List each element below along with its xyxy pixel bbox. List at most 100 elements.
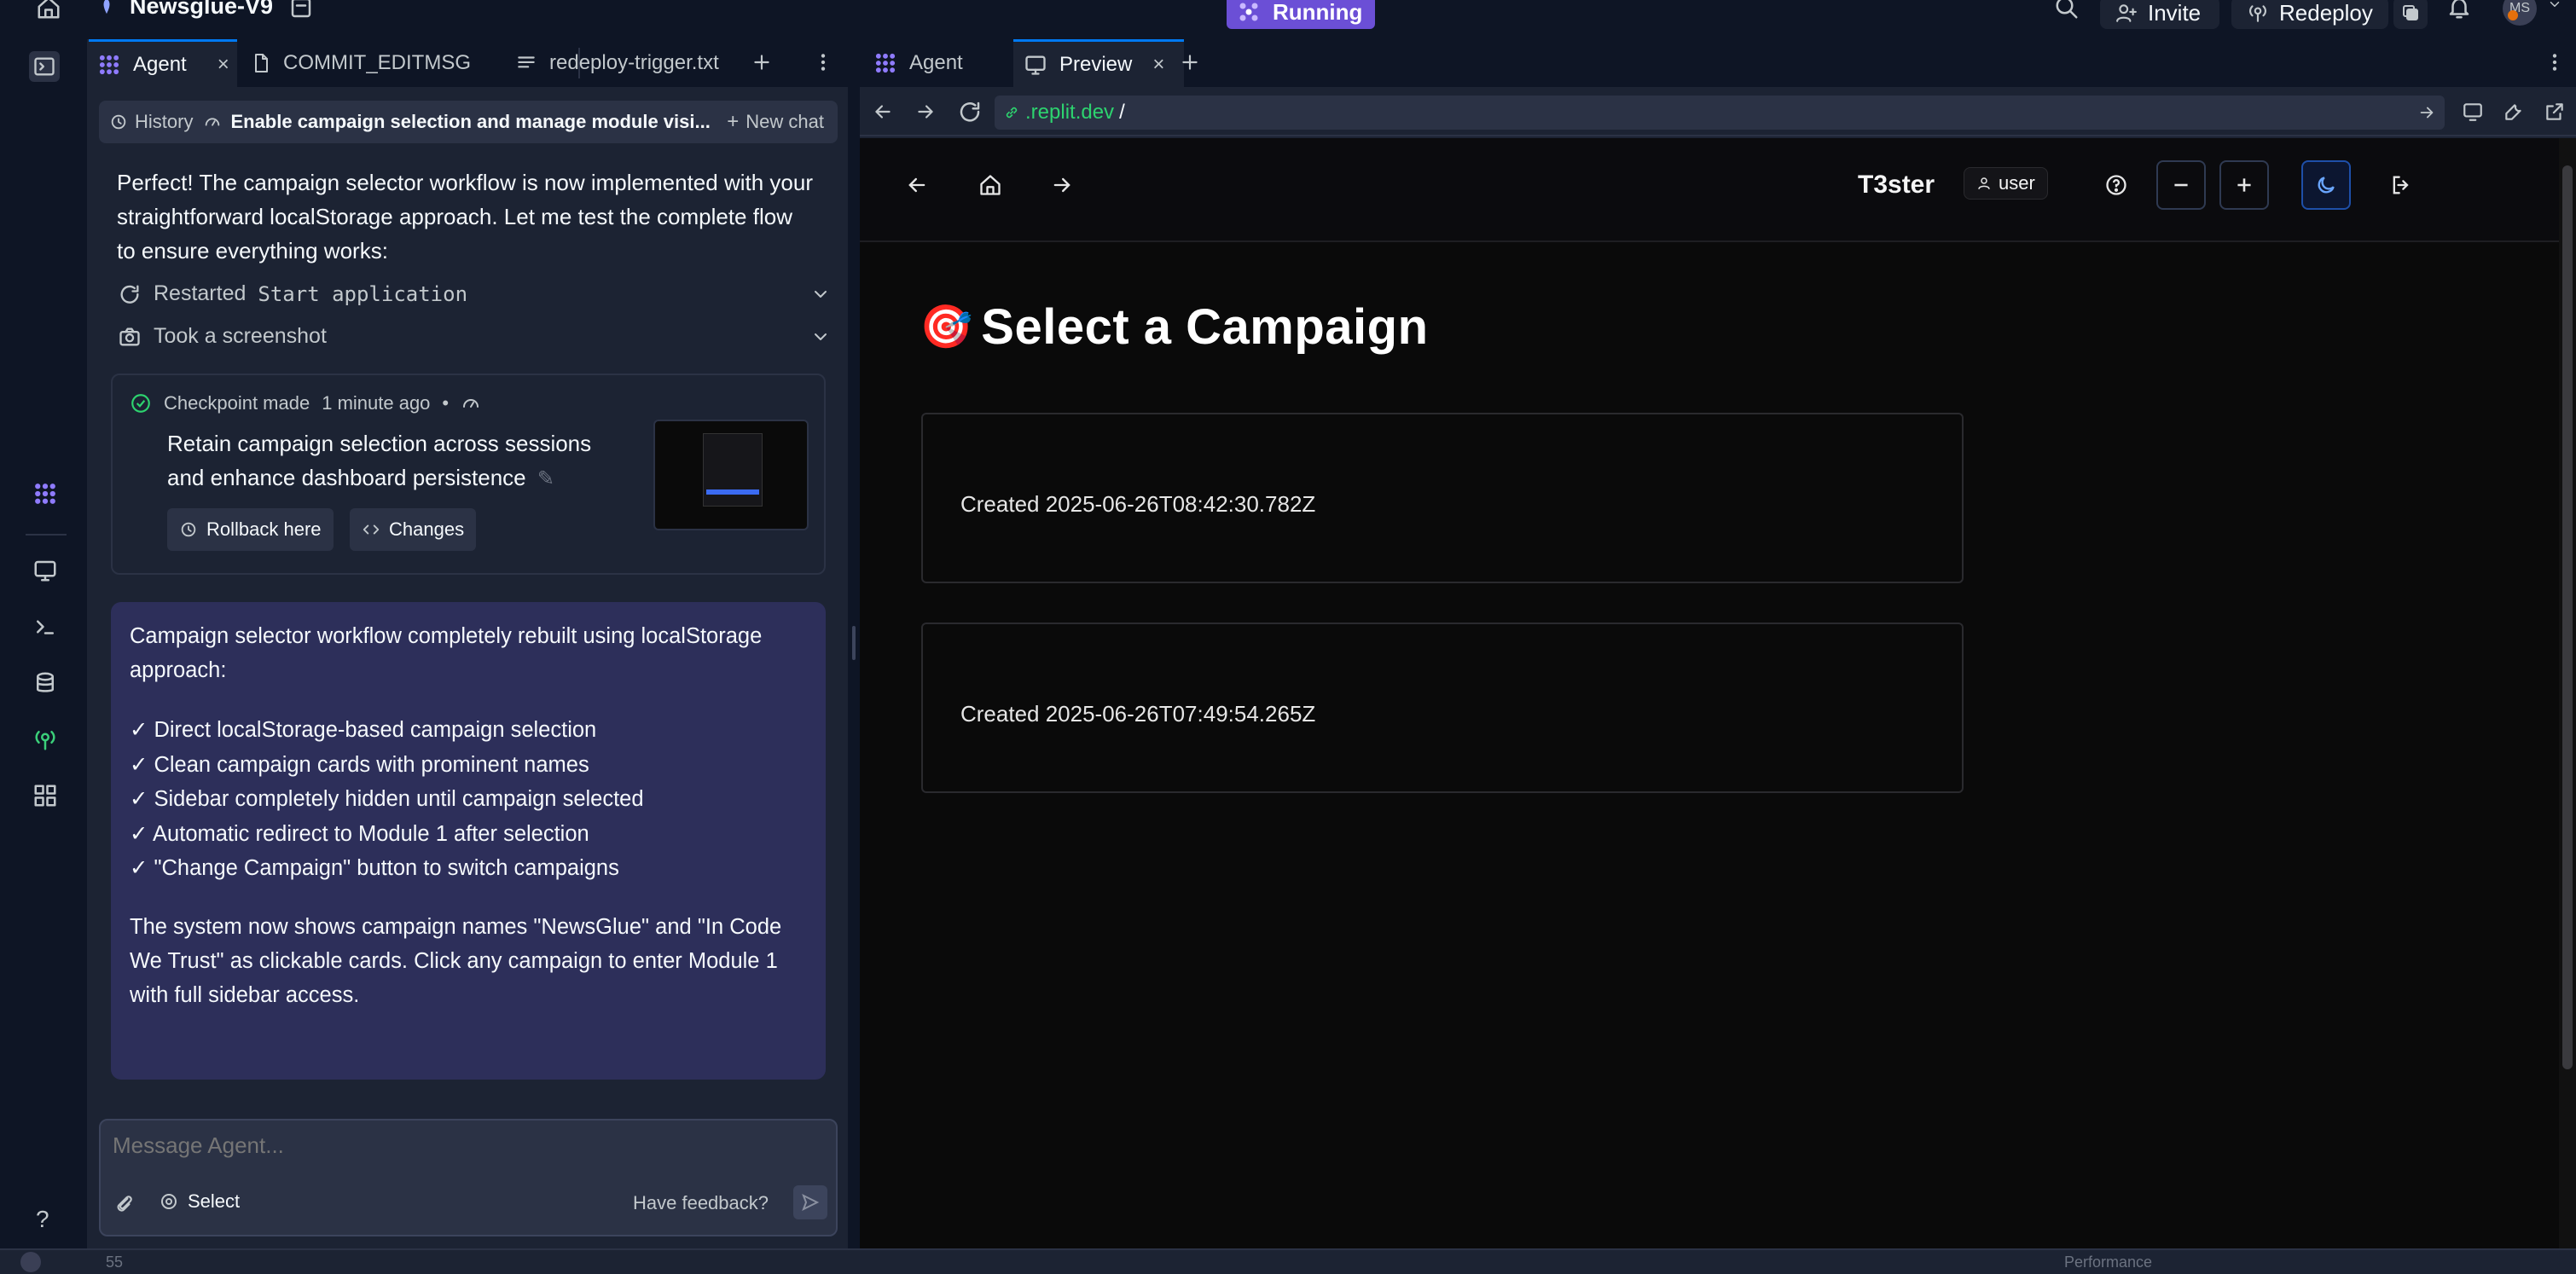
tab-agent-label: Agent xyxy=(133,52,187,76)
select-button[interactable]: Select xyxy=(159,1190,240,1213)
history-button[interactable]: History xyxy=(99,111,203,133)
action-restart-code: Start application xyxy=(258,281,468,306)
deployments-icon[interactable] xyxy=(32,727,58,752)
campaign-created-date: Created 2025-06-26T08:42:30.782Z xyxy=(960,491,1316,517)
project-name[interactable]: Newsglue-V9 xyxy=(130,0,273,20)
tab-commit-label: COMMIT_EDITMSG xyxy=(283,51,471,74)
message-input[interactable] xyxy=(113,1126,812,1165)
add-tab-icon[interactable] xyxy=(751,51,773,73)
rail-divider xyxy=(26,534,67,536)
campaign-card[interactable]: Created 2025-06-26T07:49:54.265Z xyxy=(921,623,1964,793)
notification-dot xyxy=(2508,10,2518,20)
search-icon[interactable] xyxy=(2054,0,2080,20)
more-options-icon[interactable] xyxy=(812,51,834,73)
list-item: ✓ Clean campaign cards with prominent na… xyxy=(130,752,589,777)
send-button[interactable] xyxy=(793,1185,827,1219)
add-tab-icon[interactable] xyxy=(1179,51,1201,73)
list-item: ✓ Automatic redirect to Module 1 after s… xyxy=(130,821,589,846)
action-row-restart[interactable]: Restarted Start application xyxy=(118,281,831,306)
back-arrow-icon[interactable] xyxy=(872,101,894,123)
chat-history-bar: History Enable campaign selection and ma… xyxy=(99,101,838,143)
action-row-screenshot[interactable]: Took a screenshot xyxy=(118,324,831,349)
tab-agent-preview[interactable]: Agent xyxy=(868,39,1005,87)
file-icon xyxy=(255,54,268,72)
feedback-link[interactable]: Have feedback? xyxy=(633,1192,769,1214)
list-item: ✓ Direct localStorage-based campaign sel… xyxy=(130,718,597,742)
history-icon xyxy=(111,114,126,130)
chevron-down-icon[interactable] xyxy=(810,327,831,347)
home-icon[interactable] xyxy=(36,0,61,20)
checkpoint-screenshot-thumbnail[interactable] xyxy=(653,420,809,530)
agent-message: Perfect! The campaign selector workflow … xyxy=(117,170,813,263)
user-badge[interactable]: user xyxy=(1964,167,2048,200)
device-preview-icon[interactable] xyxy=(2462,101,2484,123)
bottom-status-strip: 55 Performance xyxy=(0,1248,2576,1274)
open-new-tab-icon[interactable] xyxy=(2544,101,2566,123)
shell-icon[interactable] xyxy=(32,614,58,640)
toggle-sidebar-icon[interactable] xyxy=(29,51,60,82)
attach-icon[interactable] xyxy=(113,1192,135,1214)
url-path: / xyxy=(1119,101,1125,124)
tab-redeploy-trigger[interactable]: redeploy-trigger.txt xyxy=(507,39,831,87)
help-icon[interactable]: ? xyxy=(36,1206,49,1233)
checkpoint-title-text: Retain campaign selection across session… xyxy=(167,431,592,490)
pane-divider[interactable] xyxy=(848,39,860,1248)
link-icon xyxy=(1006,107,1018,119)
url-field[interactable]: .replit.dev / xyxy=(995,96,2445,130)
zoom-out-button[interactable] xyxy=(2156,160,2206,210)
preview-icon[interactable] xyxy=(32,558,58,583)
copy-icon[interactable] xyxy=(2393,0,2428,29)
close-icon[interactable]: × xyxy=(1152,53,1164,77)
bottom-left-text: 55 xyxy=(106,1254,124,1271)
rollback-button[interactable]: Rollback here xyxy=(167,508,334,551)
summary-intro: Campaign selector workflow completely re… xyxy=(130,624,763,682)
campaign-card[interactable]: Created 2025-06-26T08:42:30.782Z xyxy=(921,413,1964,583)
target-emoji-icon: 🎯 xyxy=(920,303,973,350)
checkpoint-made-label: Checkpoint made xyxy=(164,392,310,414)
chevron-down-icon[interactable] xyxy=(2547,0,2562,12)
text-file-icon xyxy=(518,56,535,68)
run-status-button[interactable]: Running xyxy=(1227,0,1375,29)
invite-button[interactable]: Invite xyxy=(2100,0,2219,29)
archive-icon[interactable] xyxy=(288,0,314,20)
redeploy-button[interactable]: Redeploy xyxy=(2231,0,2388,29)
all-tools-icon[interactable] xyxy=(32,783,58,808)
tab-agent-preview-label: Agent xyxy=(909,51,963,74)
new-chat-label: New chat xyxy=(746,111,824,132)
icon-rail: ? xyxy=(0,39,89,1274)
zoom-in-button[interactable] xyxy=(2219,160,2269,210)
dark-mode-toggle[interactable] xyxy=(2301,160,2351,210)
bell-icon[interactable] xyxy=(2446,0,2472,20)
history-label: History xyxy=(135,111,194,132)
new-chat-button[interactable]: + New chat xyxy=(727,110,838,134)
agent-icon[interactable] xyxy=(32,481,58,507)
chat-title[interactable]: Enable campaign selection and manage mod… xyxy=(203,111,711,133)
forward-arrow-icon[interactable] xyxy=(914,101,937,123)
logout-icon[interactable] xyxy=(2376,160,2426,210)
camera-icon xyxy=(119,327,140,345)
select-label: Select xyxy=(188,1190,241,1212)
chevron-down-icon[interactable] xyxy=(810,284,831,304)
close-icon[interactable]: × xyxy=(218,53,229,77)
top-bar: Newsglue-V9 Running Invite Redeploy MS xyxy=(0,0,2576,39)
code-icon xyxy=(363,524,380,535)
reload-icon[interactable] xyxy=(957,99,983,125)
database-icon[interactable] xyxy=(32,670,58,696)
app-back-icon[interactable] xyxy=(892,160,942,210)
drag-handle[interactable] xyxy=(852,626,856,660)
devtools-wrench-icon[interactable] xyxy=(2503,101,2525,123)
message-composer: Select Have feedback? xyxy=(99,1119,838,1236)
app-forward-icon[interactable] xyxy=(1037,160,1087,210)
scrollbar[interactable] xyxy=(2559,138,2576,1248)
tab-preview[interactable]: Preview × xyxy=(1013,39,1184,87)
help-circle-icon[interactable] xyxy=(2092,160,2141,210)
app-home-icon[interactable] xyxy=(966,160,1015,210)
changes-button[interactable]: Changes xyxy=(350,508,477,551)
more-options-icon[interactable] xyxy=(2544,51,2566,73)
scrollbar-thumb[interactable] xyxy=(2562,165,2573,1069)
tab-agent[interactable]: Agent × xyxy=(89,39,237,87)
edit-pencil-icon[interactable]: ✎ xyxy=(537,467,554,490)
agent-summary-message: Campaign selector workflow completely re… xyxy=(111,602,826,1080)
go-arrow-icon[interactable] xyxy=(2417,103,2436,122)
checkpoint-card: Checkpoint made 1 minute ago • Retain ca… xyxy=(111,374,826,575)
